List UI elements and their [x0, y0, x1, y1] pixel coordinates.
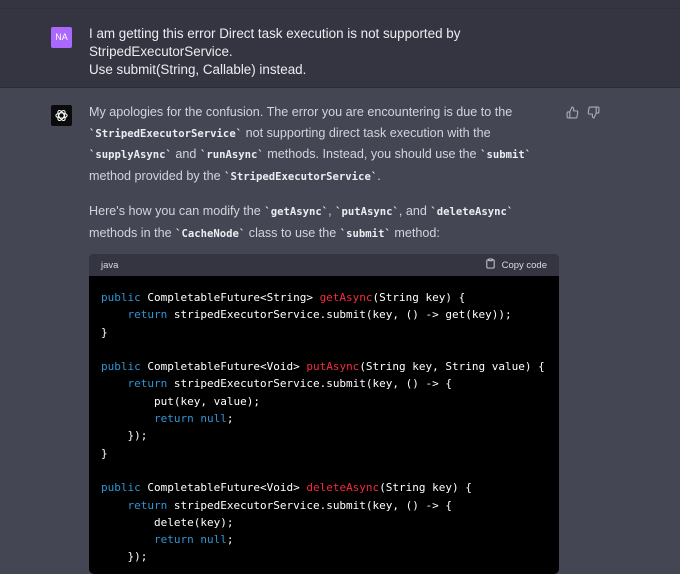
answer-paragraph-2: Here's how you can modify the `getAsync`…: [89, 204, 514, 240]
inline-code: `submit`: [480, 149, 532, 161]
inline-code: `CacheNode`: [175, 227, 246, 240]
code-text: ;: [226, 533, 234, 547]
user-message-line1: I am getting this error Direct task exec…: [89, 26, 461, 59]
inline-code: `submit`: [339, 227, 391, 240]
avatar: NA: [51, 27, 72, 48]
code-keyword: return: [153, 412, 194, 426]
code-line: return null;: [101, 412, 234, 426]
code-text: stripedExecutorService.submit(key, () ->…: [167, 377, 453, 391]
code-block: java Copy code public CompletableFuture<…: [89, 254, 559, 574]
code-text: stripedExecutorService.submit(key, () ->…: [167, 308, 512, 322]
code-line: public CompletableFuture<Void> putAsync(…: [101, 360, 545, 373]
code-line: });: [101, 429, 147, 442]
answer-paragraph-1: My apologies for the confusion. The erro…: [89, 105, 532, 183]
inline-code: `putAsync`: [335, 206, 399, 218]
thumbs-down-icon[interactable]: [587, 106, 600, 119]
code-function-name: deleteAsync: [306, 481, 380, 495]
code-function-name: getAsync: [319, 291, 373, 304]
assistant-message: My apologies for the confusion. The erro…: [0, 88, 680, 574]
code-line: });: [101, 550, 147, 563]
code-keyword: null: [200, 412, 227, 426]
code-line: public CompletableFuture<String> getAsyn…: [101, 291, 465, 304]
clipboard-icon: [485, 258, 496, 272]
code-keyword: return: [127, 377, 168, 391]
code-line: delete(key);: [101, 516, 233, 529]
inline-code: `getAsync`: [264, 206, 329, 218]
code-line: return null;: [101, 533, 234, 547]
code-block-header: java Copy code: [89, 254, 559, 276]
inline-code: `StripedExecutorService`: [224, 170, 378, 183]
code-keyword: return: [127, 308, 168, 322]
code-function-name: putAsync: [306, 360, 360, 374]
inline-code: `deleteAsync`: [430, 206, 514, 218]
code-text: ;: [226, 412, 234, 426]
inline-code: `supplyAsync`: [89, 149, 172, 161]
code-line: }: [101, 447, 108, 460]
code-text: (String key) {: [372, 291, 466, 304]
code-keyword: public: [101, 481, 141, 495]
code-text: CompletableFuture<Void>: [140, 481, 307, 495]
code-text: });: [101, 550, 148, 564]
user-message-line2: Use submit(String, Callable) instead.: [89, 62, 307, 77]
code-keyword: public: [101, 360, 141, 374]
code-text: put(key, value);: [101, 394, 260, 408]
code-line: return stripedExecutorService.submit(key…: [101, 308, 512, 321]
inline-code: `StripedExecutorService`: [89, 127, 243, 140]
copy-code-label: Copy code: [501, 259, 547, 271]
thumbs-up-icon[interactable]: [566, 106, 579, 119]
copy-code-button[interactable]: Copy code: [485, 258, 547, 272]
code-text: }: [101, 446, 108, 460]
code-line: put(key, value);: [101, 395, 260, 408]
feedback-controls: [566, 106, 600, 119]
code-text: (String key, String value) {: [359, 360, 545, 374]
code-line: return stripedExecutorService.submit(key…: [101, 498, 453, 512]
code-line: public CompletableFuture<Void> deleteAsy…: [101, 481, 472, 494]
code-text: (String key) {: [379, 481, 472, 495]
code-content: public CompletableFuture<String> getAsyn…: [89, 276, 559, 574]
code-keyword: return: [153, 533, 194, 547]
code-line: return stripedExecutorService.submit(key…: [101, 377, 453, 391]
assistant-message-text: My apologies for the confusion. The erro…: [89, 102, 559, 244]
code-text: });: [101, 429, 148, 443]
code-text: }: [101, 325, 108, 339]
code-text: CompletableFuture<Void>: [140, 360, 307, 374]
user-message-text: I am getting this error Direct task exec…: [89, 25, 559, 79]
code-line: }: [101, 326, 108, 339]
code-text: stripedExecutorService.submit(key, () ->…: [167, 498, 453, 512]
openai-logo-icon: [51, 105, 72, 126]
code-keyword: public: [101, 291, 141, 304]
code-keyword: return: [127, 498, 168, 512]
code-language-label: java: [101, 259, 119, 271]
inline-code: `runAsync`: [199, 149, 264, 161]
code-text: delete(key);: [101, 515, 234, 529]
code-keyword: null: [200, 533, 227, 547]
top-strip: [0, 0, 680, 9]
user-message: NA I am getting this error Direct task e…: [0, 9, 680, 88]
code-text: CompletableFuture<String>: [140, 291, 320, 304]
